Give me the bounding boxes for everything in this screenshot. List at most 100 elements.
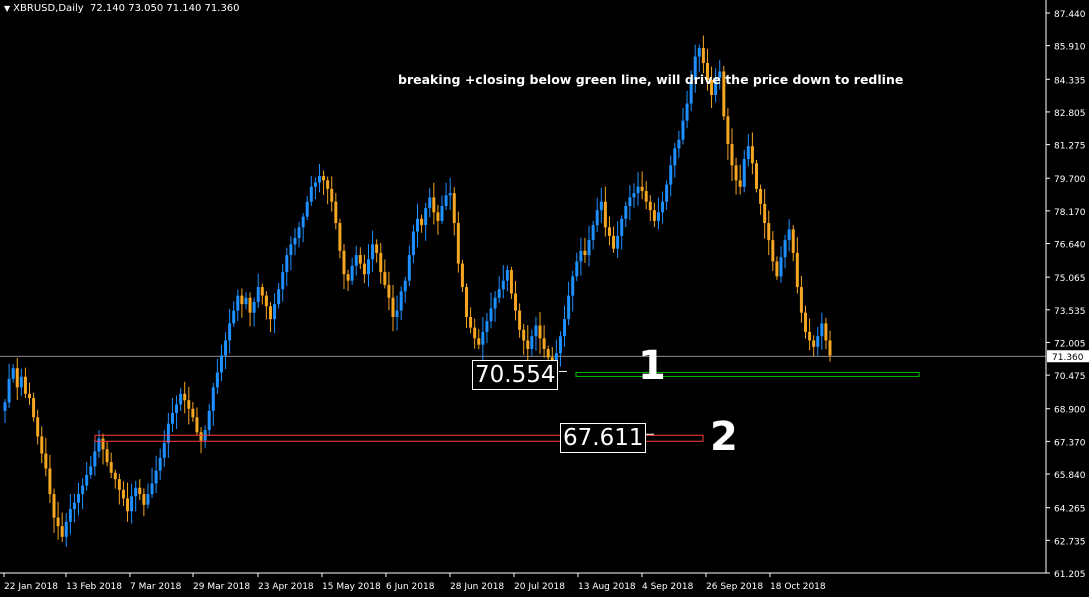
candle-body bbox=[669, 165, 673, 185]
candle-body bbox=[620, 218, 624, 236]
candle-body bbox=[432, 197, 436, 213]
candle bbox=[232, 301, 236, 327]
y-tick-label: 84.335 bbox=[1054, 76, 1086, 86]
chevron-down-icon[interactable]: ▼ bbox=[4, 4, 10, 13]
y-tick-label: 73.535 bbox=[1054, 307, 1086, 317]
candle-body bbox=[399, 291, 403, 311]
candle-body bbox=[330, 188, 334, 202]
candle bbox=[448, 177, 452, 211]
candle bbox=[387, 271, 391, 311]
candle bbox=[583, 237, 587, 263]
candle-body bbox=[121, 489, 125, 499]
candle bbox=[522, 323, 526, 355]
candle-body bbox=[219, 355, 223, 373]
candle bbox=[179, 387, 183, 412]
candle-body bbox=[444, 195, 448, 206]
candle bbox=[603, 186, 607, 237]
candle bbox=[32, 392, 36, 422]
candle bbox=[358, 247, 362, 270]
candle-body bbox=[816, 336, 820, 347]
x-tick-label: 26 Sep 2018 bbox=[706, 582, 763, 592]
candle bbox=[293, 228, 297, 256]
candle bbox=[665, 180, 669, 211]
candle bbox=[407, 245, 411, 287]
candle bbox=[211, 382, 215, 427]
candle-body bbox=[232, 310, 236, 324]
x-tick-label: 13 Feb 2018 bbox=[66, 582, 122, 592]
candle-body bbox=[558, 336, 562, 354]
candle bbox=[338, 218, 342, 259]
candle bbox=[281, 263, 285, 302]
candle bbox=[730, 128, 734, 181]
candle-body bbox=[428, 197, 432, 209]
candle-body bbox=[469, 316, 473, 328]
candle bbox=[677, 130, 681, 158]
candle-body bbox=[440, 205, 444, 221]
candle-body bbox=[391, 297, 395, 317]
candle-body bbox=[612, 235, 616, 249]
candle-body bbox=[101, 438, 105, 450]
candle bbox=[803, 305, 807, 339]
candle-body bbox=[473, 327, 477, 339]
candle-body bbox=[726, 116, 730, 145]
candle-body bbox=[497, 289, 501, 298]
candle bbox=[240, 288, 244, 318]
candle-body bbox=[224, 340, 228, 356]
candle bbox=[485, 312, 489, 344]
candle bbox=[787, 219, 791, 252]
candle-body bbox=[763, 203, 767, 224]
candle-body bbox=[371, 244, 375, 260]
candle bbox=[403, 276, 407, 303]
candle bbox=[571, 270, 575, 312]
candle bbox=[530, 329, 534, 356]
candle bbox=[734, 157, 738, 195]
chart-header[interactable]: ▼ XBRUSD,Daily 72.140 73.050 71.140 71.36… bbox=[4, 3, 240, 14]
candle bbox=[85, 461, 89, 491]
candle-body bbox=[158, 457, 162, 471]
candle bbox=[791, 225, 795, 262]
candle bbox=[113, 469, 117, 489]
candle-body bbox=[812, 340, 816, 347]
candle bbox=[199, 427, 203, 454]
candle bbox=[726, 108, 730, 160]
candle-body bbox=[648, 201, 652, 211]
candle bbox=[72, 493, 76, 523]
candle bbox=[816, 326, 820, 356]
candle bbox=[93, 439, 97, 476]
candle-body bbox=[505, 270, 509, 281]
candle bbox=[656, 197, 660, 230]
candle bbox=[436, 204, 440, 235]
candle-body bbox=[534, 325, 538, 337]
candle-body bbox=[546, 348, 550, 358]
candle bbox=[493, 291, 497, 322]
candle-body bbox=[97, 438, 101, 452]
candle bbox=[779, 246, 783, 283]
candle bbox=[763, 189, 767, 239]
candle-body bbox=[607, 227, 611, 236]
candle bbox=[187, 386, 191, 425]
candle-body bbox=[179, 393, 183, 405]
candle-body bbox=[142, 494, 146, 505]
candle-body bbox=[489, 308, 493, 322]
candle-body bbox=[754, 163, 758, 189]
candle bbox=[183, 381, 187, 414]
candle bbox=[828, 330, 832, 362]
candle bbox=[256, 273, 260, 308]
candle-body bbox=[183, 393, 187, 401]
candle-body bbox=[40, 436, 44, 454]
candle-body bbox=[297, 227, 301, 238]
candle-body bbox=[313, 182, 317, 187]
candle-body bbox=[787, 229, 791, 241]
candle bbox=[497, 276, 501, 303]
candle-body bbox=[465, 287, 469, 317]
candle-body bbox=[403, 280, 407, 292]
candle-body bbox=[187, 400, 191, 409]
candle bbox=[509, 266, 513, 299]
candle-body bbox=[228, 323, 232, 341]
candle bbox=[775, 256, 779, 280]
y-tick-label: 67.370 bbox=[1054, 438, 1086, 448]
y-tick-label: 85.910 bbox=[1054, 43, 1086, 53]
candle-body bbox=[477, 338, 481, 345]
y-tick-label: 61.205 bbox=[1054, 570, 1086, 580]
candle-body bbox=[579, 250, 583, 262]
